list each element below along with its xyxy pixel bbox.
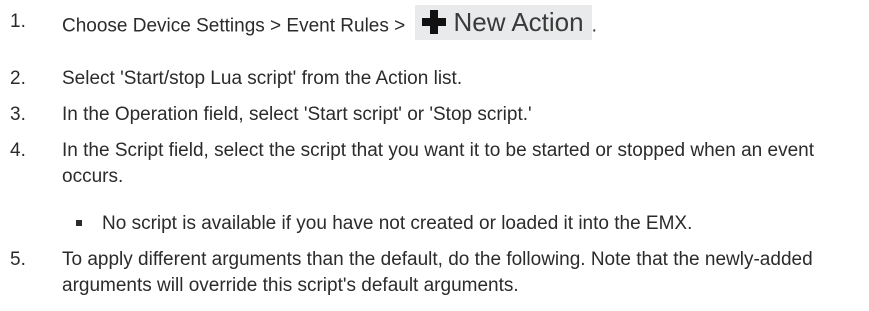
step-3: 3. In the Operation field, select 'Start… bbox=[0, 102, 869, 128]
step-2: 2. Select 'Start/stop Lua script' from t… bbox=[0, 66, 869, 92]
step-4: 4. In the Script field, select the scrip… bbox=[0, 138, 822, 190]
step-number: 3. bbox=[10, 104, 26, 125]
step-trail: . bbox=[591, 15, 597, 37]
step-5: 5. To apply different arguments than the… bbox=[0, 247, 842, 299]
step-number: 5. bbox=[10, 249, 26, 270]
step-number: 2. bbox=[10, 68, 26, 89]
sub-bullet-text: No script is available if you have not c… bbox=[102, 213, 693, 234]
new-action-label: New Action bbox=[453, 7, 584, 37]
bullet-icon bbox=[76, 220, 82, 226]
step-number: 4. bbox=[10, 140, 26, 161]
step-number: 1. bbox=[10, 11, 26, 32]
step-text: To apply different arguments than the de… bbox=[62, 249, 813, 296]
new-action-button[interactable]: New Action bbox=[414, 5, 592, 40]
sub-bullet-item: No script is available if you have not c… bbox=[0, 211, 869, 237]
step-text: Choose Device Settings > Event Rules > bbox=[62, 15, 411, 37]
step-text: In the Script field, select the script t… bbox=[62, 140, 814, 187]
step-1: 1. Choose Device Settings > Event Rules … bbox=[0, 5, 869, 44]
step-text: Select 'Start/stop Lua script' from the … bbox=[62, 68, 463, 89]
plus-icon bbox=[421, 10, 446, 34]
step-text: In the Operation field, select 'Start sc… bbox=[62, 104, 532, 125]
